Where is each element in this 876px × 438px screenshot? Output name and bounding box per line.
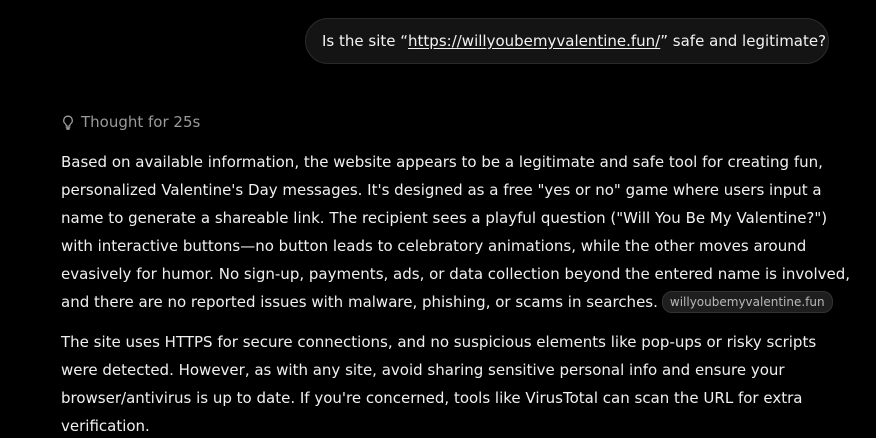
thought-toggle[interactable]: Thought for 25s xyxy=(61,111,200,133)
answer-line: verification. xyxy=(61,417,150,435)
answer-paragraph-1: Based on available information, the webs… xyxy=(61,148,851,316)
lightbulb-icon xyxy=(61,115,75,130)
answer-line: Based on available information, the webs… xyxy=(61,153,823,171)
answer-line: with interactive buttons—no button leads… xyxy=(61,237,807,255)
user-message-bubble: Is the site “https://willyoubemyvalentin… xyxy=(305,18,829,64)
answer-line: name to generate a shareable link. The r… xyxy=(61,209,828,227)
answer-line: were detected. However, as with any site… xyxy=(61,361,785,379)
user-message-suffix: ” safe and legitimate? xyxy=(660,32,827,50)
answer-line: browser/antivirus is up to date. If you'… xyxy=(61,389,803,407)
user-message-prefix: Is the site “ xyxy=(322,32,409,50)
answer-line: and there are no reported issues with ma… xyxy=(61,293,658,311)
source-citation-chip[interactable]: willyoubemyvalentine.fun xyxy=(661,291,833,313)
answer-line: evasively for humor. No sign-up, payment… xyxy=(61,265,851,283)
answer-line: personalized Valentine's Day messages. I… xyxy=(61,181,822,199)
thought-label: Thought for 25s xyxy=(81,113,201,131)
answer-paragraph-2: The site uses HTTPS for secure connectio… xyxy=(61,328,841,438)
answer-line-with-source: and there are no reported issues with ma… xyxy=(61,288,841,316)
assistant-answer: Based on available information, the webs… xyxy=(61,148,851,438)
answer-line: The site uses HTTPS for secure connectio… xyxy=(61,333,817,351)
user-message-link[interactable]: https://willyoubemyvalentine.fun/ xyxy=(408,32,660,50)
chat-page: Is the site “https://willyoubemyvalentin… xyxy=(0,0,876,438)
